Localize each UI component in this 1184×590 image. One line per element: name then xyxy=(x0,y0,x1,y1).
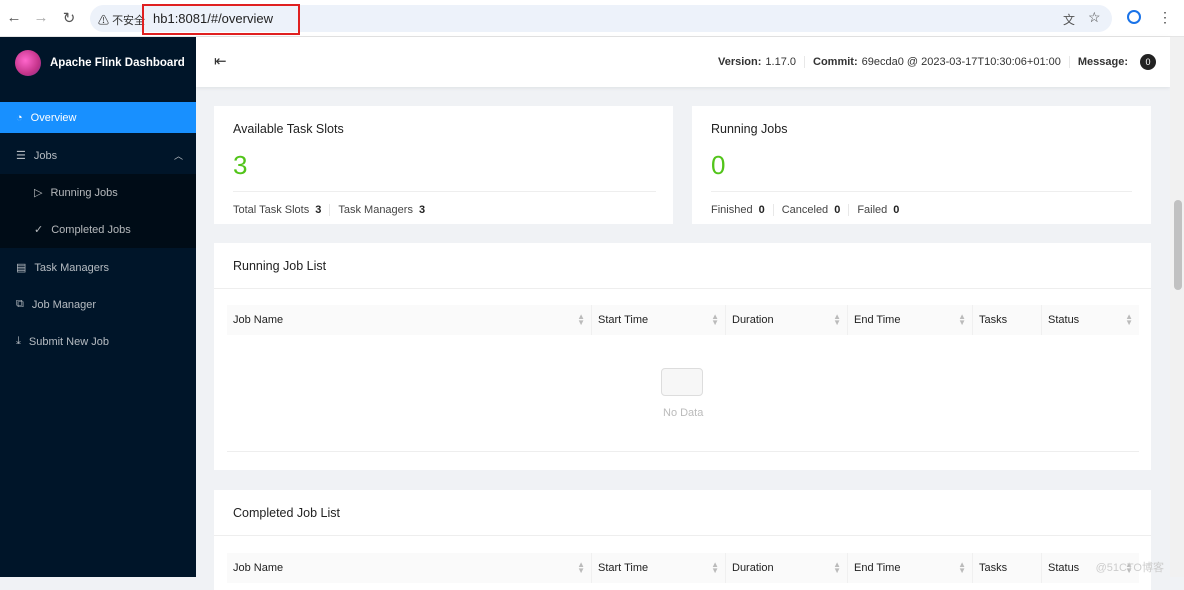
menu-fold-icon[interactable]: ⇤ xyxy=(214,52,227,70)
slots-stats: Total Task Slots 3 Task Managers 3 xyxy=(233,204,426,216)
header: ⇤ Version: 1.17.0 Commit: 69ecda0 @ 2023-0… xyxy=(196,37,1170,87)
reload-icon[interactable]: ↻ xyxy=(59,9,79,27)
cluster-icon: ⧉ xyxy=(16,298,24,310)
sort-icon: ▲ ▼ xyxy=(577,312,585,327)
running-table-header: Job Name ▲ ▼ Start Time ▲ ▼ Duration ▲ ▼ End T… xyxy=(227,305,1139,335)
running-job-list-card: Running Job List Job Name ▲ ▼ Start Time ▲ ▼… xyxy=(214,243,1151,470)
col-status[interactable]: Status ▲ ▼ xyxy=(1042,305,1139,335)
header-info: Version: 1.17.0 Commit: 69ecda0 @ 2023-03-… xyxy=(718,37,1156,87)
sidebar-item-label: Submit New Job xyxy=(28,335,109,348)
check-circle-icon: ✓ xyxy=(34,224,44,236)
sort-icon: ▲ ▼ xyxy=(958,312,966,327)
sidebar-item-overview[interactable]: ◔ Overview xyxy=(0,102,196,133)
dashboard-icon: ◔ xyxy=(16,111,23,124)
sidebar-item-submit-new-job[interactable]: ⤓ Submit New Job xyxy=(0,326,196,357)
list-icon: ☰ xyxy=(16,150,26,162)
scrollbar-thumb[interactable] xyxy=(1174,200,1182,290)
flink-logo xyxy=(15,50,41,76)
card-title: Running Job List xyxy=(233,259,327,273)
card-title: Available Task Slots xyxy=(233,122,344,136)
sidebar-item-label: Completed Jobs xyxy=(51,223,131,236)
sidebar-item-label: Task Managers xyxy=(34,261,109,274)
col-end-time[interactable]: End Time ▲ ▼ xyxy=(848,553,973,583)
star-icon[interactable]: ☆ xyxy=(1088,9,1101,26)
col-end-time[interactable]: End Time ▲ ▼ xyxy=(848,305,973,335)
version-value: 1.17.0 xyxy=(765,56,796,68)
profile-icon[interactable] xyxy=(1127,10,1141,24)
sidebar-item-job-manager[interactable]: ⧉ Job Manager xyxy=(0,289,196,320)
sidebar-item-label: Jobs xyxy=(33,149,58,162)
col-tasks: Tasks xyxy=(973,305,1042,335)
sort-icon: ▲ ▼ xyxy=(577,560,585,575)
available-slots-value: 3 xyxy=(233,150,248,180)
scrollbar[interactable] xyxy=(1170,37,1184,577)
sidebar-item-label: Overview xyxy=(30,111,77,124)
col-duration[interactable]: Duration ▲ ▼ xyxy=(726,305,848,335)
col-start-time[interactable]: Start Time ▲ ▼ xyxy=(592,305,726,335)
play-circle-icon: ▷ xyxy=(34,187,43,199)
empty-inbox-icon xyxy=(661,368,703,396)
sort-icon: ▲ ▼ xyxy=(958,560,966,575)
running-jobs-value: 0 xyxy=(711,150,726,180)
app-title: Apache Flink Dashboard xyxy=(50,57,185,69)
col-duration[interactable]: Duration ▲ ▼ xyxy=(726,553,848,583)
sort-icon: ▲ ▼ xyxy=(711,560,719,575)
sort-icon: ▲ ▼ xyxy=(833,560,841,575)
commit-value: 69ecda0 @ 2023-03-17T10:30:06+01:00 xyxy=(861,56,1061,68)
back-icon[interactable]: ← xyxy=(4,9,24,26)
sort-icon: ▲ ▼ xyxy=(711,312,719,327)
col-tasks: Tasks xyxy=(973,553,1042,583)
sidebar-item-running-jobs[interactable]: ▷ Running Jobs xyxy=(0,177,196,208)
browser-toolbar: ← → ↻ ⚠ 不安全 hb1:8081/#/overview 文 ☆ ⋮ xyxy=(0,0,1184,37)
sidebar-item-completed-jobs[interactable]: ✓ Completed Jobs xyxy=(0,214,196,245)
insecure-label: 不安全 xyxy=(112,15,146,27)
sort-icon: ▲ ▼ xyxy=(1125,312,1133,327)
card-title: Completed Job List xyxy=(233,506,341,520)
insecure-warning[interactable]: ⚠ 不安全 xyxy=(98,12,145,28)
task-slots-card: Available Task Slots 3 Total Task Slots 3… xyxy=(214,106,673,224)
empty-text: No Data xyxy=(663,407,704,419)
sidebar-item-label: Running Jobs xyxy=(50,186,118,199)
chevron-up-icon: ︿ xyxy=(174,151,184,161)
commit-label: Commit: xyxy=(813,56,858,68)
sidebar-item-jobs[interactable]: ☰ Jobs ︿ xyxy=(0,140,196,171)
translate-icon[interactable]: 文 xyxy=(1063,11,1075,28)
card-title: Running Jobs xyxy=(711,122,788,136)
sort-icon: ▲ ▼ xyxy=(833,312,841,327)
col-start-time[interactable]: Start Time ▲ ▼ xyxy=(592,553,726,583)
message-label: Message: xyxy=(1077,56,1128,68)
completed-table-header: Job Name ▲ ▼ Start Time ▲ ▼ Duration ▲ ▼ End T… xyxy=(227,553,1139,583)
col-job-name[interactable]: Job Name ▲ ▼ xyxy=(227,305,592,335)
jobs-stats: Finished 0 Canceled 0 Failed 0 xyxy=(711,204,900,216)
col-job-name[interactable]: Job Name ▲ ▼ xyxy=(227,553,592,583)
upload-icon: ⤓ xyxy=(16,335,21,347)
version-label: Version: xyxy=(718,56,762,68)
url-highlight-box xyxy=(142,4,300,35)
running-jobs-card: Running Jobs 0 Finished 0 Canceled 0 Failed 0 xyxy=(692,106,1151,224)
sidebar-item-label: Job Manager xyxy=(31,298,97,311)
completed-job-list-card: Completed Job List Job Name ▲ ▼ Start Time… xyxy=(214,490,1151,590)
watermark: @51CTO博客 xyxy=(1095,562,1164,574)
menu-icon[interactable]: ⋮ xyxy=(1158,9,1172,26)
schedule-icon: ▤ xyxy=(16,262,27,274)
forward-icon[interactable]: → xyxy=(31,9,51,26)
sidebar-item-task-managers[interactable]: ▤ Task Managers xyxy=(0,252,196,283)
message-badge[interactable]: 0 xyxy=(1140,54,1156,70)
